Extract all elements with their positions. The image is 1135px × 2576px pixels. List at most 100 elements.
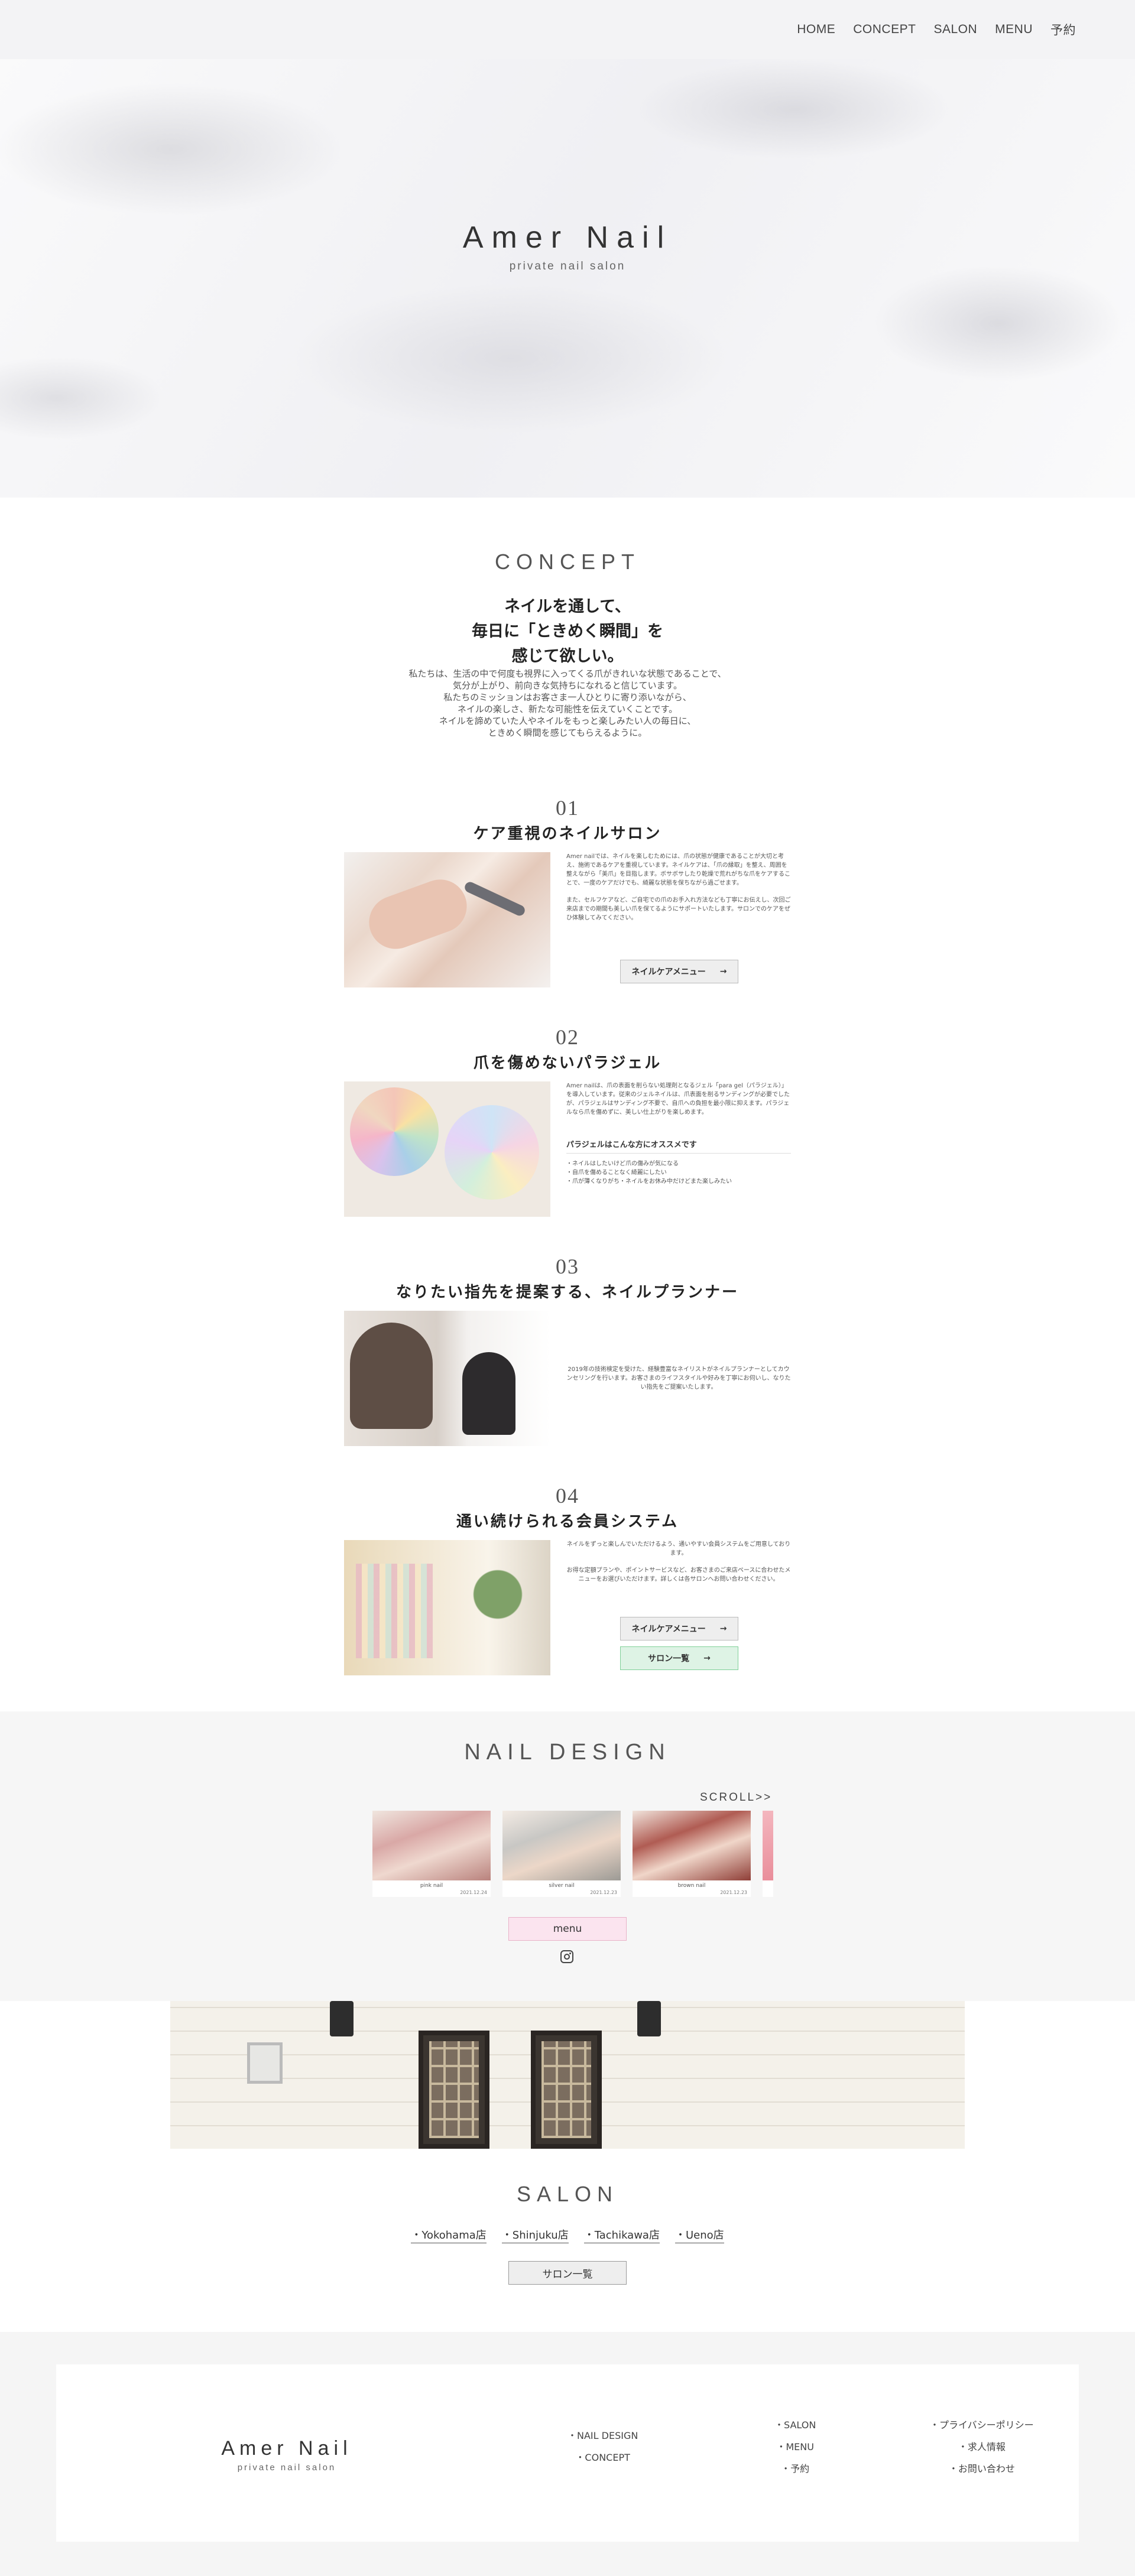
feature-text: ネイルをずっと楽しんでいただけるよう、通いやすい会員システムをご用意しております… — [566, 1540, 791, 1584]
feature-number: 03 — [556, 1255, 579, 1278]
feature-paragraph: Amer nailは、爪の表面を削らない処理剤となるジェル「para gel（パ… — [566, 1083, 790, 1116]
card-date: 2021.12.23 — [590, 1890, 617, 1895]
card-name: brown nail — [677, 1883, 706, 1889]
salon-list-button[interactable]: サロン一覧 — [508, 2261, 627, 2285]
footer-link-contact[interactable]: ・お問い合わせ — [930, 2458, 1034, 2480]
footer-link-reservation[interactable]: ・予約 — [774, 2458, 816, 2480]
feature-text: Amer nailは、爪の表面を削らない処理剤となるジェル「para gel（パ… — [566, 1081, 791, 1186]
concept-lead-line: 感じて欲しい。 — [511, 647, 624, 665]
nav-reservation[interactable]: 予約 — [1050, 21, 1076, 38]
button-label: サロン一覧 — [648, 1654, 690, 1664]
salon-links: ・Yokohama店 ・Shinjuku店 ・Tachikawa店 ・Ueno店 — [0, 2227, 1135, 2243]
footer-link-menu[interactable]: ・MENU — [774, 2436, 816, 2458]
button-label: ネイルケアメニュー — [631, 967, 706, 977]
nail-design-card[interactable]: silver nail 2021.12.23 — [502, 1811, 621, 1897]
concept-title: CONCEPT — [494, 550, 640, 574]
nail-photo — [633, 1811, 751, 1880]
salon-link-shinjuku[interactable]: ・Shinjuku店 — [501, 2227, 569, 2243]
feature-heading: ケア重視のネイルサロン — [473, 825, 662, 843]
feature-paragraph: 2019年の技術検定を受けた、経験豊富なネイリストがネイルプランナーとしてカウン… — [566, 1366, 791, 1391]
feature-heading: 通い続けられる会員システム — [456, 1513, 679, 1531]
arrow-right-icon: → — [719, 967, 727, 976]
nail-design-card[interactable]: pink nail 2021.12.24 — [372, 1811, 491, 1897]
footer-panel: Amer Nail private nail salon ・NAIL DESIG… — [56, 2364, 1079, 2542]
footer-nav-col-1: ・NAIL DESIGN ・CONCEPT — [568, 2425, 638, 2468]
nav-salon[interactable]: SALON — [933, 22, 977, 37]
concept-body-line: ネイルを諦めていた人やネイルをもっと楽しみたい人の毎日に、 — [439, 716, 696, 726]
card-name: silver nail — [549, 1883, 575, 1889]
concept-lead-line: ネイルを通して、 — [504, 597, 631, 616]
hero-brand: Amer Nail private nail salon — [0, 220, 1135, 273]
nail-photo — [502, 1811, 621, 1880]
feature-paragraph: お得な定額プランや、ポイントサービスなど、お客さまのご来店ペースに合わせたメニュ… — [566, 1567, 791, 1583]
menu-button[interactable]: menu — [508, 1917, 627, 1941]
footer-brand-tagline: private nail salon — [237, 2463, 336, 2473]
feature-paragraph: ネイルをずっと楽しんでいただけるよう、通いやすい会員システムをご用意しております… — [566, 1541, 791, 1557]
feature-bullets: ・ネイルはしたいけど爪の傷みが気になる ・自爪を傷めることなく綺麗にしたい ・爪… — [566, 1159, 791, 1186]
door — [419, 2031, 489, 2149]
feature-number: 01 — [556, 796, 579, 820]
feature-number: 02 — [556, 1025, 579, 1049]
footer-link-recruit[interactable]: ・求人情報 — [930, 2436, 1034, 2458]
feature-03: 03 なりたい指先を提案する、ネイルプランナー 2019年の技術検定を受けた、経… — [344, 1254, 791, 1449]
feature-text: Amer nailでは、ネイルを楽しむためには、爪の状態が健康であることが大切と… — [566, 852, 791, 922]
feature-heading: なりたい指先を提案する、ネイルプランナー — [395, 1284, 739, 1301]
concept-body-line: ときめく瞬間を感じてもらえるように。 — [488, 727, 647, 738]
concept-body: 私たちは、生活の中で何度も視界に入ってくる爪がきれいな状態であることで、 気分が… — [0, 668, 1135, 739]
button-label: ネイルケアメニュー — [631, 1625, 706, 1634]
salon-link-tachikawa[interactable]: ・Tachikawa店 — [583, 2227, 660, 2243]
nail-care-menu-button[interactable]: ネイルケアメニュー → — [620, 960, 738, 983]
footer-nav-col-3: ・プライバシーポリシー ・求人情報 ・お問い合わせ — [930, 2414, 1034, 2480]
nail-photo — [763, 1811, 773, 1880]
feature-04: 04 通い続けられる会員システム ネイルをずっと楽しんでいただけるよう、通いやす… — [344, 1483, 791, 1678]
bullet-item: ・爪が薄くなりがち・ネイルをお休み中だけどまた楽しみたい — [566, 1178, 732, 1185]
salon-link-yokohama[interactable]: ・Yokohama店 — [411, 2227, 487, 2243]
salon-title: SALON — [516, 2182, 619, 2206]
concept-body-line: 気分が上がり、前向きな気持ちになれると信じています。 — [453, 680, 682, 691]
feature-text: 2019年の技術検定を受けた、経験豊富なネイリストがネイルプランナーとしてカウン… — [566, 1365, 791, 1392]
salon-link-ueno[interactable]: ・Ueno店 — [674, 2227, 724, 2243]
feature-heading: 爪を傷めないパラジェル — [473, 1054, 662, 1072]
concept-body-line: 私たちは、生活の中で何度も視界に入ってくる爪がきれいな状態であることで、 — [408, 668, 727, 679]
footer-link-concept[interactable]: ・CONCEPT — [568, 2447, 638, 2468]
nav-menu[interactable]: MENU — [995, 22, 1033, 37]
footer-link-salon[interactable]: ・SALON — [774, 2414, 816, 2436]
concept-body-line: ネイルの楽しさ、新たな可能性を伝えていくことです。 — [457, 704, 678, 714]
instagram-icon[interactable] — [560, 1950, 573, 1963]
lamp-icon — [330, 2001, 354, 2036]
para-gel-photo — [344, 1081, 550, 1217]
nav-home[interactable]: HOME — [797, 22, 835, 37]
card-name: pink nail — [420, 1883, 443, 1889]
site-header: HOME CONCEPT SALON MENU 予約 — [0, 0, 1135, 59]
nail-care-menu-button[interactable]: ネイルケアメニュー → — [620, 1617, 738, 1641]
feature-02: 02 爪を傷めないパラジェル Amer nailは、爪の表面を削らない処理剤とな… — [344, 1025, 791, 1220]
footer-nav-col-2: ・SALON ・MENU ・予約 — [774, 2414, 816, 2480]
feature-01: 01 ケア重視のネイルサロン Amer nailでは、ネイルを楽しむためには、爪… — [344, 795, 791, 990]
lamp-icon — [637, 2001, 661, 2036]
footer-brand-name: Amer Nail — [221, 2437, 352, 2460]
window — [247, 2042, 283, 2084]
membership-photo — [344, 1540, 550, 1675]
feature-paragraph: また、セルフケアなど、ご自宅での爪のお手入れ方法なども丁寧にお伝えし、次回ご来店… — [566, 897, 791, 921]
door — [531, 2031, 602, 2149]
scroll-hint: SCROLL>> — [700, 1791, 773, 1804]
arrow-right-icon: → — [719, 1624, 727, 1633]
bullet-item: ・ネイルはしたいけど爪の傷みが気になる — [566, 1161, 679, 1167]
concept-lead: ネイルを通して、 毎日に「ときめく瞬間」を 感じて欲しい。 — [0, 595, 1135, 669]
nail-design-section: NAIL DESIGN SCROLL>> pink nail 2021.12.2… — [0, 1711, 1135, 2001]
nav-concept[interactable]: CONCEPT — [853, 22, 916, 37]
nail-design-card-partial[interactable] — [763, 1811, 773, 1897]
nail-photo — [372, 1811, 491, 1880]
salon-list-button[interactable]: サロン一覧 → — [620, 1646, 738, 1670]
arrow-right-icon: → — [703, 1654, 711, 1663]
footer-brand: Amer Nail private nail salon — [207, 2437, 367, 2473]
nail-design-title: NAIL DESIGN — [464, 1740, 671, 1765]
site-footer: Amer Nail private nail salon ・NAIL DESIG… — [0, 2332, 1135, 2576]
concept-lead-line: 毎日に「ときめく瞬間」を — [472, 622, 663, 641]
concept-body-line: 私たちのミッションはお客さま一人ひとりに寄り添いながら、 — [443, 692, 692, 703]
nail-care-photo — [344, 852, 550, 987]
nail-design-card[interactable]: brown nail 2021.12.23 — [633, 1811, 751, 1897]
salon-exterior-photo — [170, 2001, 965, 2149]
footer-link-privacy[interactable]: ・プライバシーポリシー — [930, 2414, 1034, 2436]
footer-link-nail-design[interactable]: ・NAIL DESIGN — [568, 2425, 638, 2447]
